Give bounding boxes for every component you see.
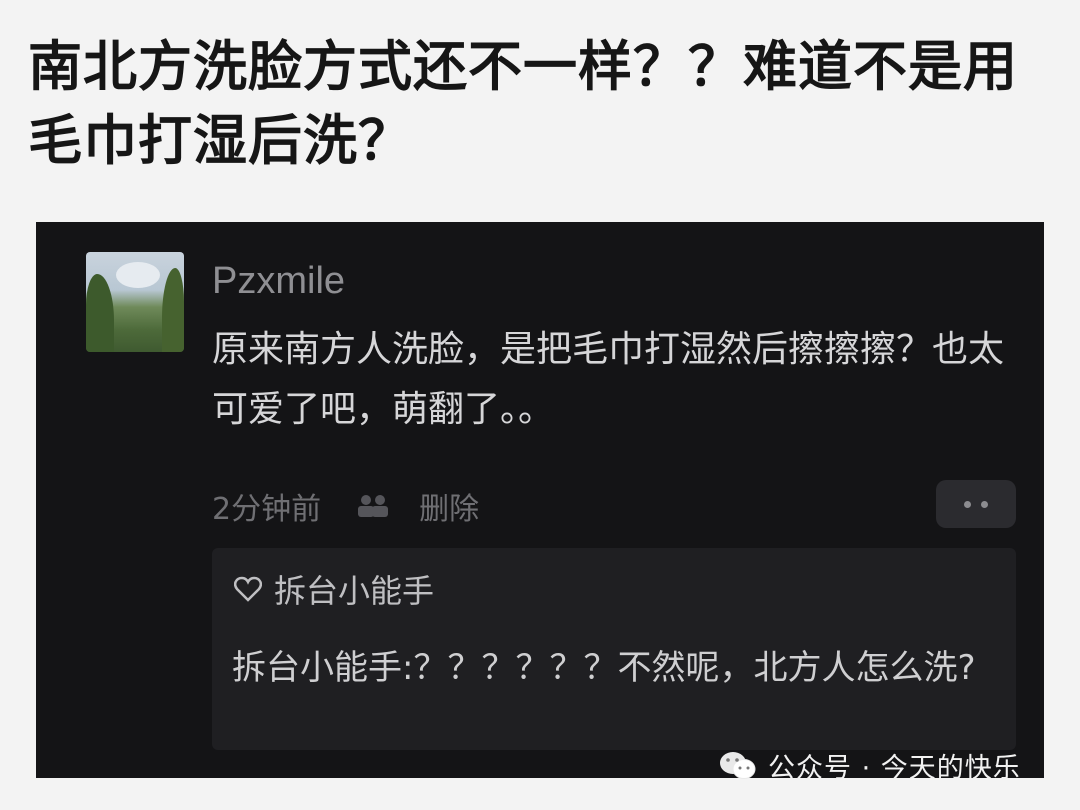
comment-username[interactable]: Pzxmile <box>212 260 345 303</box>
more-options-button[interactable] <box>936 480 1016 528</box>
avatar-cloud <box>116 262 160 288</box>
like-icon[interactable] <box>351 491 395 521</box>
watermark-text: 公众号 · 今天的快乐 <box>768 753 1021 784</box>
delete-button[interactable]: 删除 <box>419 484 479 528</box>
watermark: 公众号 · 今天的快乐 <box>718 746 1021 785</box>
avatar-tree-right <box>162 268 184 352</box>
post-title: 南北方洗脸方式还不一样？？难道不是用毛巾打湿后洗？ <box>28 35 1018 172</box>
wechat-icon <box>720 751 756 779</box>
comment-meta: 2分钟前 删除 <box>212 484 479 528</box>
more-dot <box>981 500 988 508</box>
comment-text: 原来南方人洗脸，是把毛巾打湿然后擦擦擦？也太可爱了吧，萌翻了。。 <box>212 329 1005 430</box>
reply-header: 拆台小能手 <box>232 566 434 612</box>
reply-author[interactable]: 拆台小能手 <box>274 566 434 612</box>
comment-screenshot: Pzxmile 原来南方人洗脸，是把毛巾打湿然后擦擦擦？也太可爱了吧，萌翻了。。… <box>36 222 1044 778</box>
avatar-tree-left <box>86 274 114 352</box>
reply-box: 拆台小能手 拆台小能手:？？？？？？不然呢，北方人怎么洗? <box>212 548 1016 750</box>
heart-icon[interactable] <box>232 573 264 605</box>
avatar[interactable] <box>86 252 184 352</box>
comment-timestamp: 2分钟前 <box>212 492 322 527</box>
more-dot <box>964 500 971 508</box>
reply-text: 拆台小能手:？？？？？？不然呢，北方人怎么洗? <box>232 648 976 688</box>
